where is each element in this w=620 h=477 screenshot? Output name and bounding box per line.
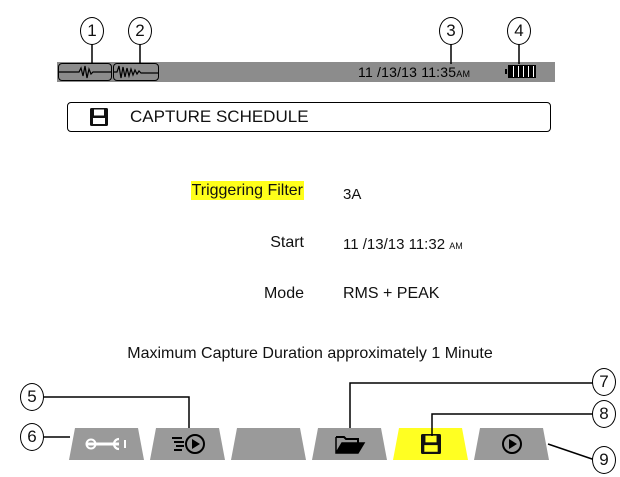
callout-8: 8 xyxy=(592,400,616,428)
callout-leader-9 xyxy=(547,443,596,461)
callout-5: 5 xyxy=(20,383,44,411)
callout-6: 6 xyxy=(20,423,44,451)
callout-leaders xyxy=(44,44,596,461)
callout-4: 4 xyxy=(507,17,531,45)
callout-leader-8 xyxy=(431,413,595,436)
callout-9: 9 xyxy=(592,446,616,474)
callout-3: 3 xyxy=(439,17,463,45)
callout-7: 7 xyxy=(592,368,616,396)
callout-2: 2 xyxy=(128,17,152,45)
callout-leader-5 xyxy=(44,396,190,428)
callout-leader-7 xyxy=(349,382,595,428)
callout-1: 1 xyxy=(80,17,104,45)
